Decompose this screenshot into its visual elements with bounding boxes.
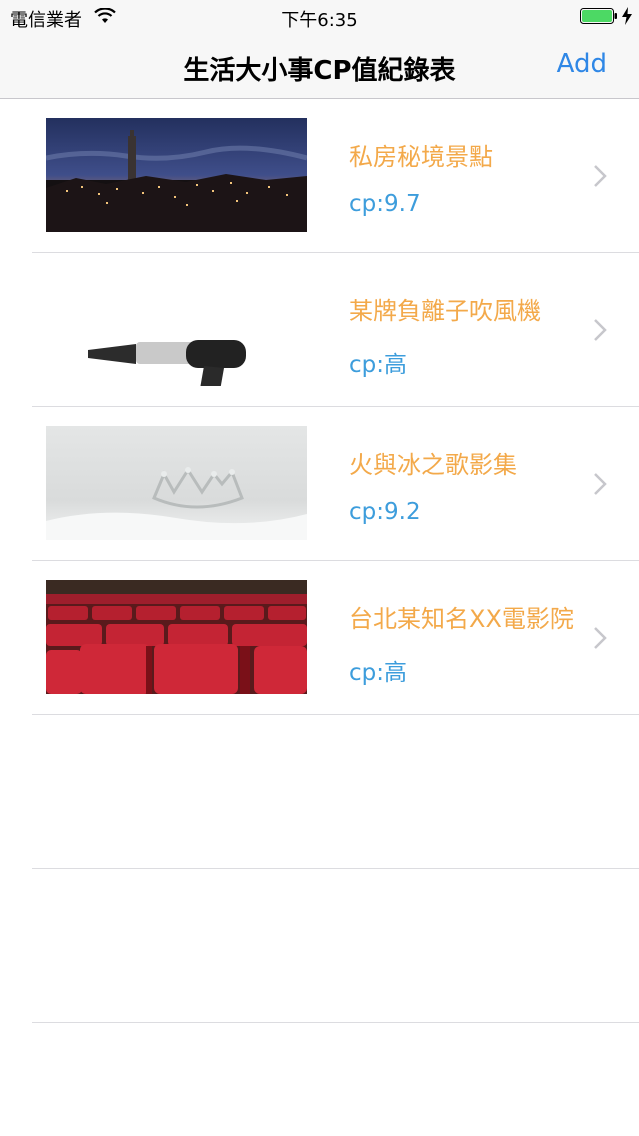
thumbnail-hair-dryer: [46, 272, 307, 386]
chevron-right-icon: [594, 627, 607, 649]
record-list: 私房秘境景點 cp:9.7 某牌負離子吹風機 cp:高 火與冰之歌影集 cp:9…: [0, 99, 639, 1023]
empty-row: [0, 869, 639, 1023]
item-title: 火與冰之歌影集: [349, 451, 517, 479]
empty-row: [0, 715, 639, 869]
chevron-right-icon: [594, 165, 607, 187]
item-title: 某牌負離子吹風機: [349, 297, 541, 325]
list-item[interactable]: 某牌負離子吹風機 cp:高: [0, 253, 639, 407]
add-button[interactable]: Add: [557, 49, 607, 79]
item-cp-value: cp:9.2: [349, 499, 421, 525]
thumbnail-theater-seats: [46, 580, 307, 694]
item-cp-value: cp:9.7: [349, 191, 421, 217]
thumbnail-city-night: [46, 118, 307, 232]
item-cp-value: cp:高: [349, 660, 407, 686]
charging-bolt-icon: [622, 7, 632, 25]
page-title: 生活大小事CP值紀錄表: [183, 56, 456, 86]
status-time: 下午6:35: [281, 10, 358, 31]
chevron-right-icon: [594, 473, 607, 495]
list-item[interactable]: 台北某知名XX電影院 cp:高: [0, 561, 639, 715]
item-title: 台北某知名XX電影院: [349, 605, 574, 633]
item-title: 私房秘境景點: [349, 143, 493, 171]
navigation-bar: 生活大小事CP值紀錄表 Add: [0, 40, 639, 99]
list-item[interactable]: 火與冰之歌影集 cp:9.2: [0, 407, 639, 561]
battery-icon: [580, 8, 617, 24]
status-bar: 電信業者 下午6:35: [0, 0, 639, 40]
chevron-right-icon: [594, 319, 607, 341]
item-cp-value: cp:高: [349, 352, 407, 378]
thumbnail-crown: [46, 426, 307, 540]
list-item[interactable]: 私房秘境景點 cp:9.7: [0, 99, 639, 253]
